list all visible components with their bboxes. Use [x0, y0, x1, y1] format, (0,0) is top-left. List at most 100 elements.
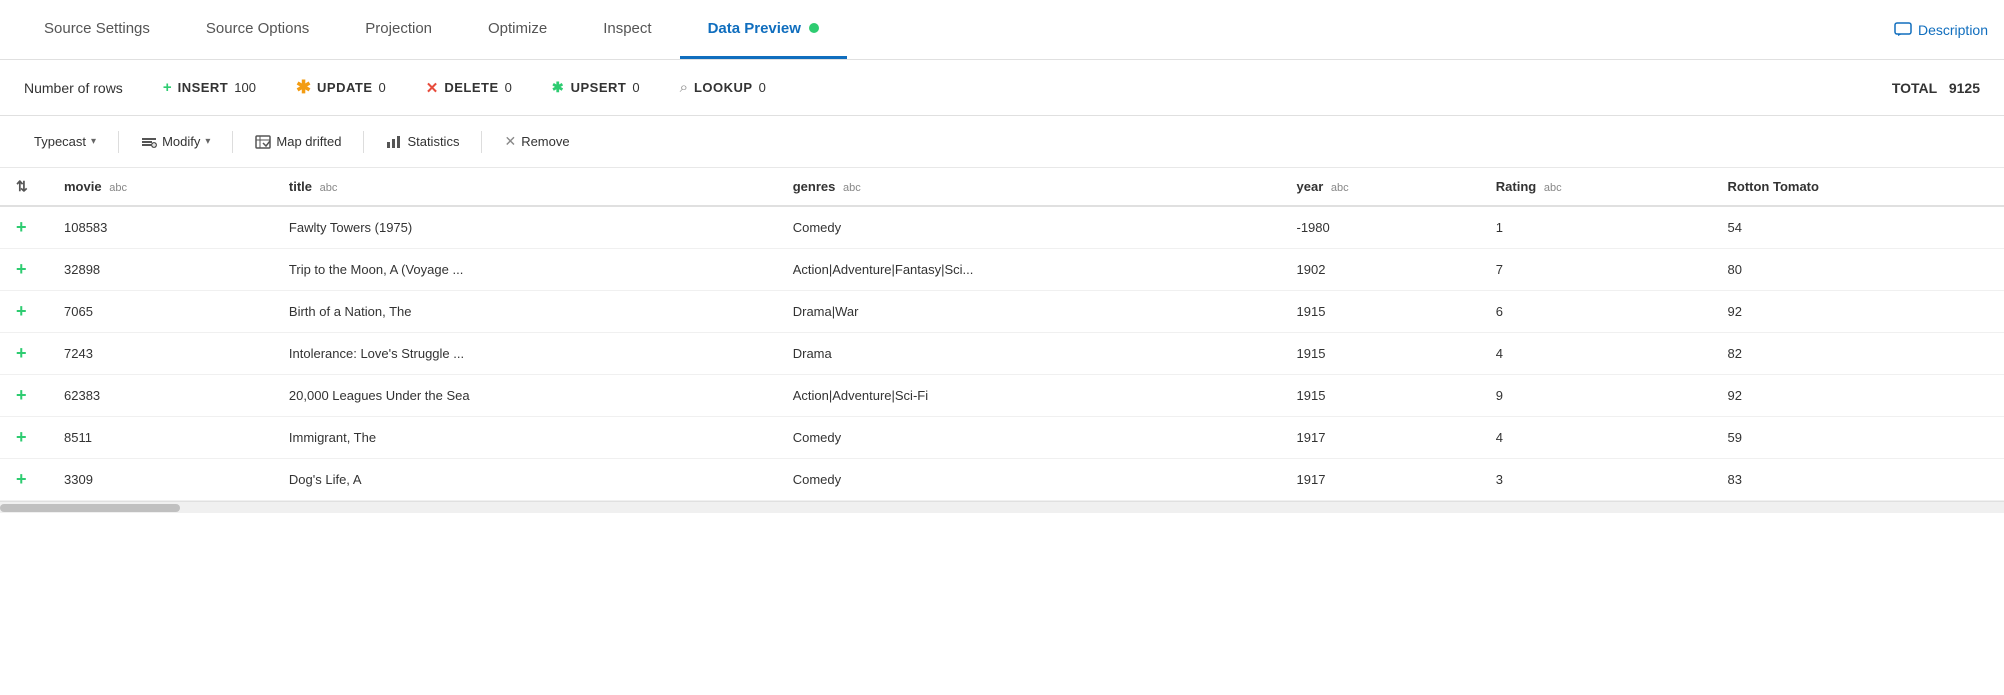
description-button[interactable]: Description: [1894, 0, 1988, 59]
typecast-button[interactable]: Typecast ▾: [24, 129, 106, 154]
col-rating-label: Rating: [1496, 179, 1536, 194]
row-year-cell: -1980: [1281, 206, 1480, 249]
upsert-label: UPSERT: [571, 80, 627, 95]
description-label: Description: [1918, 22, 1988, 38]
modify-icon: [141, 134, 157, 150]
row-rating-cell: 6: [1480, 291, 1712, 333]
row-genres-cell: Drama|War: [777, 291, 1281, 333]
stats-bar: Number of rows + INSERT 100 ✱ UPDATE 0 ✕…: [0, 60, 2004, 116]
row-movie-cell: 62383: [48, 375, 273, 417]
update-icon: ✱: [296, 77, 311, 98]
row-year-cell: 1917: [1281, 459, 1480, 501]
col-rotten-label: Rotton Tomato: [1727, 179, 1818, 194]
remove-button[interactable]: ✕ Remove: [494, 128, 579, 155]
scrollbar-thumb[interactable]: [0, 504, 180, 512]
tab-inspect-label: Inspect: [603, 20, 651, 37]
update-label: UPDATE: [317, 80, 372, 95]
table-header-row: ⇅ movie abc title abc genres abc year ab…: [0, 168, 2004, 206]
col-rotten[interactable]: Rotton Tomato: [1711, 168, 2004, 206]
row-movie-cell: 8511: [48, 417, 273, 459]
total-stat: TOTAL 9125: [1892, 80, 1980, 96]
row-genres-cell: Action|Adventure|Sci-Fi: [777, 375, 1281, 417]
typecast-label: Typecast: [34, 134, 86, 149]
tab-source-options[interactable]: Source Options: [178, 0, 337, 59]
toolbar-sep-2: [232, 131, 233, 153]
total-label: TOTAL: [1892, 80, 1937, 96]
map-drifted-button[interactable]: Map drifted: [245, 129, 351, 155]
lookup-icon: ⌕: [680, 79, 688, 96]
row-insert-icon: +: [0, 333, 48, 375]
table-row: +3309Dog's Life, AComedy1917383: [0, 459, 2004, 501]
row-year-cell: 1917: [1281, 417, 1480, 459]
row-rating-cell: 3: [1480, 459, 1712, 501]
top-nav: Source Settings Source Options Projectio…: [0, 0, 2004, 60]
statistics-button[interactable]: Statistics: [376, 129, 469, 155]
table-body: +108583Fawlty Towers (1975)Comedy-198015…: [0, 206, 2004, 501]
col-movie[interactable]: movie abc: [48, 168, 273, 206]
row-rotten-cell: 83: [1711, 459, 2004, 501]
lookup-stat: ⌕ LOOKUP 0: [680, 79, 766, 96]
row-rating-cell: 9: [1480, 375, 1712, 417]
col-genres-label: genres: [793, 179, 836, 194]
insert-label: INSERT: [178, 80, 229, 95]
col-genres[interactable]: genres abc: [777, 168, 1281, 206]
col-sort[interactable]: ⇅: [0, 168, 48, 206]
row-rotten-cell: 54: [1711, 206, 2004, 249]
remove-x-icon: ✕: [504, 133, 516, 150]
row-insert-icon: +: [0, 417, 48, 459]
delete-icon: ✕: [426, 79, 439, 97]
delete-value: 0: [505, 80, 512, 95]
tab-source-settings[interactable]: Source Settings: [16, 0, 178, 59]
data-preview-dot: [809, 23, 819, 33]
row-rating-cell: 7: [1480, 249, 1712, 291]
modify-chevron-icon: ▾: [205, 136, 210, 147]
row-title-cell: Immigrant, The: [273, 417, 777, 459]
col-rating-type: abc: [1544, 182, 1562, 194]
col-movie-type: abc: [109, 182, 127, 194]
col-title[interactable]: title abc: [273, 168, 777, 206]
sort-icon: ⇅: [16, 178, 28, 194]
col-title-label: title: [289, 179, 312, 194]
row-genres-cell: Action|Adventure|Fantasy|Sci...: [777, 249, 1281, 291]
tab-inspect[interactable]: Inspect: [575, 0, 679, 59]
lookup-value: 0: [759, 80, 766, 95]
col-year-label: year: [1297, 179, 1324, 194]
tab-optimize[interactable]: Optimize: [460, 0, 575, 59]
table-row: +108583Fawlty Towers (1975)Comedy-198015…: [0, 206, 2004, 249]
tab-optimize-label: Optimize: [488, 20, 547, 37]
data-table-container: ⇅ movie abc title abc genres abc year ab…: [0, 168, 2004, 513]
col-movie-label: movie: [64, 179, 102, 194]
row-movie-cell: 7243: [48, 333, 273, 375]
update-value: 0: [379, 80, 386, 95]
tab-projection[interactable]: Projection: [337, 0, 460, 59]
rows-label: Number of rows: [24, 80, 123, 96]
map-drifted-label: Map drifted: [276, 134, 341, 149]
row-movie-cell: 108583: [48, 206, 273, 249]
horizontal-scrollbar[interactable]: [0, 501, 2004, 513]
table-row: +8511Immigrant, TheComedy1917459: [0, 417, 2004, 459]
tab-source-options-label: Source Options: [206, 20, 309, 37]
insert-value: 100: [234, 80, 256, 95]
row-rating-cell: 4: [1480, 333, 1712, 375]
row-genres-cell: Drama: [777, 333, 1281, 375]
chat-icon: [1894, 22, 1912, 38]
col-year[interactable]: year abc: [1281, 168, 1480, 206]
tab-data-preview[interactable]: Data Preview: [680, 0, 847, 59]
insert-stat: + INSERT 100: [163, 79, 256, 96]
delete-stat: ✕ DELETE 0: [426, 79, 512, 97]
table-row: +32898Trip to the Moon, A (Voyage ...Act…: [0, 249, 2004, 291]
row-movie-cell: 7065: [48, 291, 273, 333]
toolbar: Typecast ▾ Modify ▾ Map drifted: [0, 116, 2004, 168]
row-title-cell: Fawlty Towers (1975): [273, 206, 777, 249]
modify-button[interactable]: Modify ▾: [131, 129, 220, 155]
row-year-cell: 1902: [1281, 249, 1480, 291]
tab-projection-label: Projection: [365, 20, 432, 37]
statistics-label: Statistics: [407, 134, 459, 149]
row-insert-icon: +: [0, 291, 48, 333]
row-title-cell: Dog's Life, A: [273, 459, 777, 501]
col-rating[interactable]: Rating abc: [1480, 168, 1712, 206]
table-row: +7065Birth of a Nation, TheDrama|War1915…: [0, 291, 2004, 333]
row-movie-cell: 32898: [48, 249, 273, 291]
row-insert-icon: +: [0, 459, 48, 501]
row-title-cell: Trip to the Moon, A (Voyage ...: [273, 249, 777, 291]
